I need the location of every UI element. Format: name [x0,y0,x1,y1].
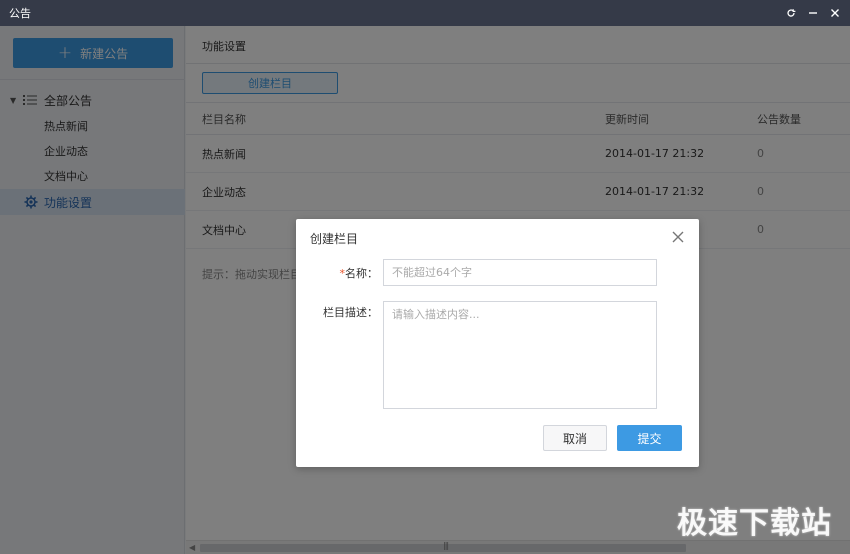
close-icon[interactable] [671,230,685,244]
title-bar: 公告 [0,0,850,26]
cancel-button[interactable]: 取消 [543,425,607,451]
window-title: 公告 [9,7,31,20]
name-input[interactable] [383,259,657,286]
refresh-icon[interactable] [782,4,800,22]
window-controls [782,0,844,26]
watermark: 极速下载站 [677,506,832,541]
dialog-title: 创建栏目 [310,232,359,246]
close-icon[interactable] [826,4,844,22]
name-label-text: 名称： [345,267,378,280]
name-label: *名称： [340,265,379,281]
create-column-dialog: 创建栏目 *名称： 栏目描述： 取消 提交 [296,219,699,467]
submit-button[interactable]: 提交 [617,425,682,451]
description-label: 栏目描述： [323,306,378,319]
minimize-icon[interactable] [804,4,822,22]
description-textarea[interactable] [383,301,657,409]
